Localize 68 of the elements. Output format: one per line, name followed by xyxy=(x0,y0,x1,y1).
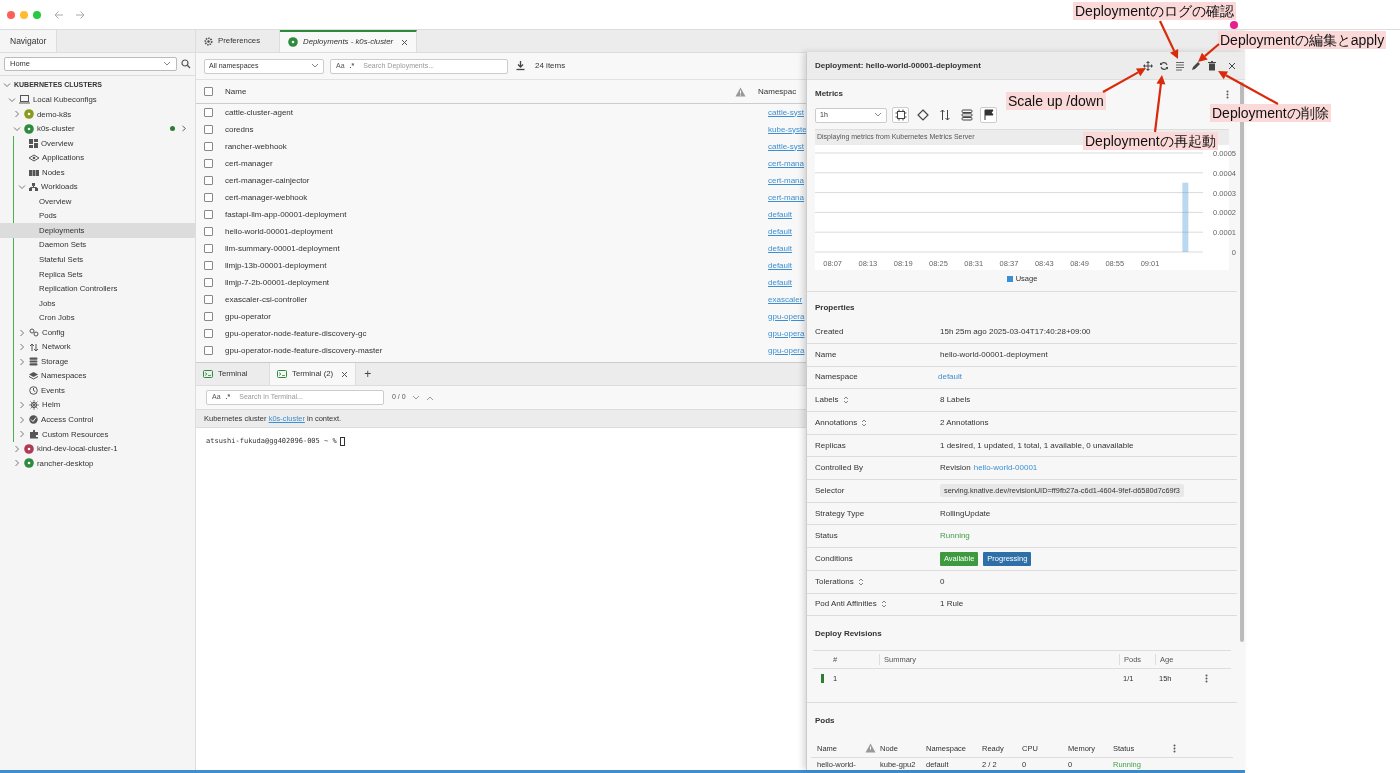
namespace-link[interactable]: cert-mana xyxy=(768,191,804,204)
property-label: Namespace xyxy=(815,371,858,384)
namespace-link[interactable]: default xyxy=(768,276,793,289)
namespace-link[interactable]: kube-syste xyxy=(768,123,807,136)
annotation-callout: Deploymentのログの確認 xyxy=(1073,2,1236,20)
table-cell-text: llm-summary-00001-deployment xyxy=(225,242,341,255)
property-label: Labels xyxy=(815,394,839,407)
table-cell-text: llmjp-13b-00001-deployment xyxy=(225,259,328,272)
namespace-link[interactable]: cattle-syst xyxy=(768,140,804,153)
namespace-link[interactable]: gpu-opera xyxy=(768,327,805,340)
property-label: Tolerations xyxy=(815,575,854,588)
table-cell-text: gpu-operator-node-feature-discovery-gc xyxy=(225,327,368,340)
section-title: Metrics xyxy=(815,88,843,100)
namespace-link[interactable]: gpu-opera xyxy=(768,310,805,323)
property-value: 1 desired, 1 updated, 1 total, 1 available, 0 unavailable xyxy=(940,439,1134,452)
namespace-link[interactable]: exascaler xyxy=(768,293,803,306)
column-header[interactable]: Namespac xyxy=(758,85,797,98)
section-title: Properties xyxy=(814,302,856,315)
table-cell-text: cert-manager-cainjector xyxy=(225,174,311,187)
annotation-callout: Deploymentの編集とapply xyxy=(1218,31,1387,49)
property-value: 2 Annotations xyxy=(940,416,989,429)
namespace-link[interactable]: default xyxy=(768,208,793,221)
new-terminal-button[interactable]: + xyxy=(356,363,380,385)
property-label: Strategy Type xyxy=(815,507,865,520)
namespace-link[interactable]: cert-mana xyxy=(768,157,804,170)
annotation-callout: Scale up /down xyxy=(1006,92,1106,110)
table-cell-text: hello-world-00001-deployment xyxy=(225,225,334,238)
property-label: Status xyxy=(815,530,838,543)
property-value: 15h 25m ago 2025-03-04T17:40:28+09:00 xyxy=(940,325,1091,338)
property-value: 0 xyxy=(940,575,945,588)
column-header[interactable]: Name xyxy=(225,85,725,98)
property-value: 1 Rule xyxy=(940,598,964,611)
property-label: Created xyxy=(815,325,844,338)
section-title: Deploy Revisions xyxy=(814,628,883,641)
namespace-link[interactable]: cert-mana xyxy=(768,174,804,187)
property-label: Name xyxy=(815,348,837,361)
property-label: Annotations xyxy=(815,416,858,429)
table-cell-text: coredns xyxy=(225,123,255,136)
namespace-link[interactable]: default xyxy=(768,242,793,255)
table-cell-text: cert-manager-webhook xyxy=(225,191,309,204)
table-cell-text: exascaler-csi-controller xyxy=(225,293,309,306)
property-label: Replicas xyxy=(815,439,846,452)
property-label: Selector xyxy=(815,484,845,497)
property-label: Pod Anti Affinities xyxy=(815,598,877,611)
property-label: Conditions xyxy=(815,552,853,565)
navigator-tab[interactable]: Navigator xyxy=(0,30,58,52)
table-cell-text: cattle-cluster-agent xyxy=(225,106,295,119)
table-cell-text: cert-manager xyxy=(225,157,274,170)
item-count: 24 items xyxy=(535,60,566,72)
table-cell-text: llmjp-7-2b-00001-deployment xyxy=(225,276,331,289)
property-value: hello-world-00001-deployment xyxy=(940,348,1048,361)
table-cell-text: rancher-webhook xyxy=(225,140,288,153)
property-value: 8 Labels xyxy=(940,394,971,407)
status-text: Running xyxy=(940,530,970,543)
namespace-link[interactable]: gpu-opera xyxy=(768,344,805,357)
table-cell-text: gpu-operator-node-feature-discovery-master xyxy=(225,344,384,357)
property-label: Controlled By xyxy=(815,462,864,475)
namespace-link[interactable]: cattle-syst xyxy=(768,106,804,119)
table-cell-text: fastapi-llm-app-00001-deployment xyxy=(225,208,348,221)
annotation-callout: Deploymentの削除 xyxy=(1210,104,1331,122)
panel-title: Deployment: hello-world-00001-deployment xyxy=(815,59,981,72)
annotation-callout: Deploymentの再起動 xyxy=(1083,132,1218,150)
table-cell-text: gpu-operator xyxy=(225,310,272,323)
namespace-link[interactable]: default xyxy=(768,225,793,238)
namespace-link[interactable]: default xyxy=(768,259,793,272)
section-title: Pods xyxy=(814,715,836,728)
property-value: Revision xyxy=(940,462,971,475)
property-value: RollingUpdate xyxy=(940,507,991,520)
